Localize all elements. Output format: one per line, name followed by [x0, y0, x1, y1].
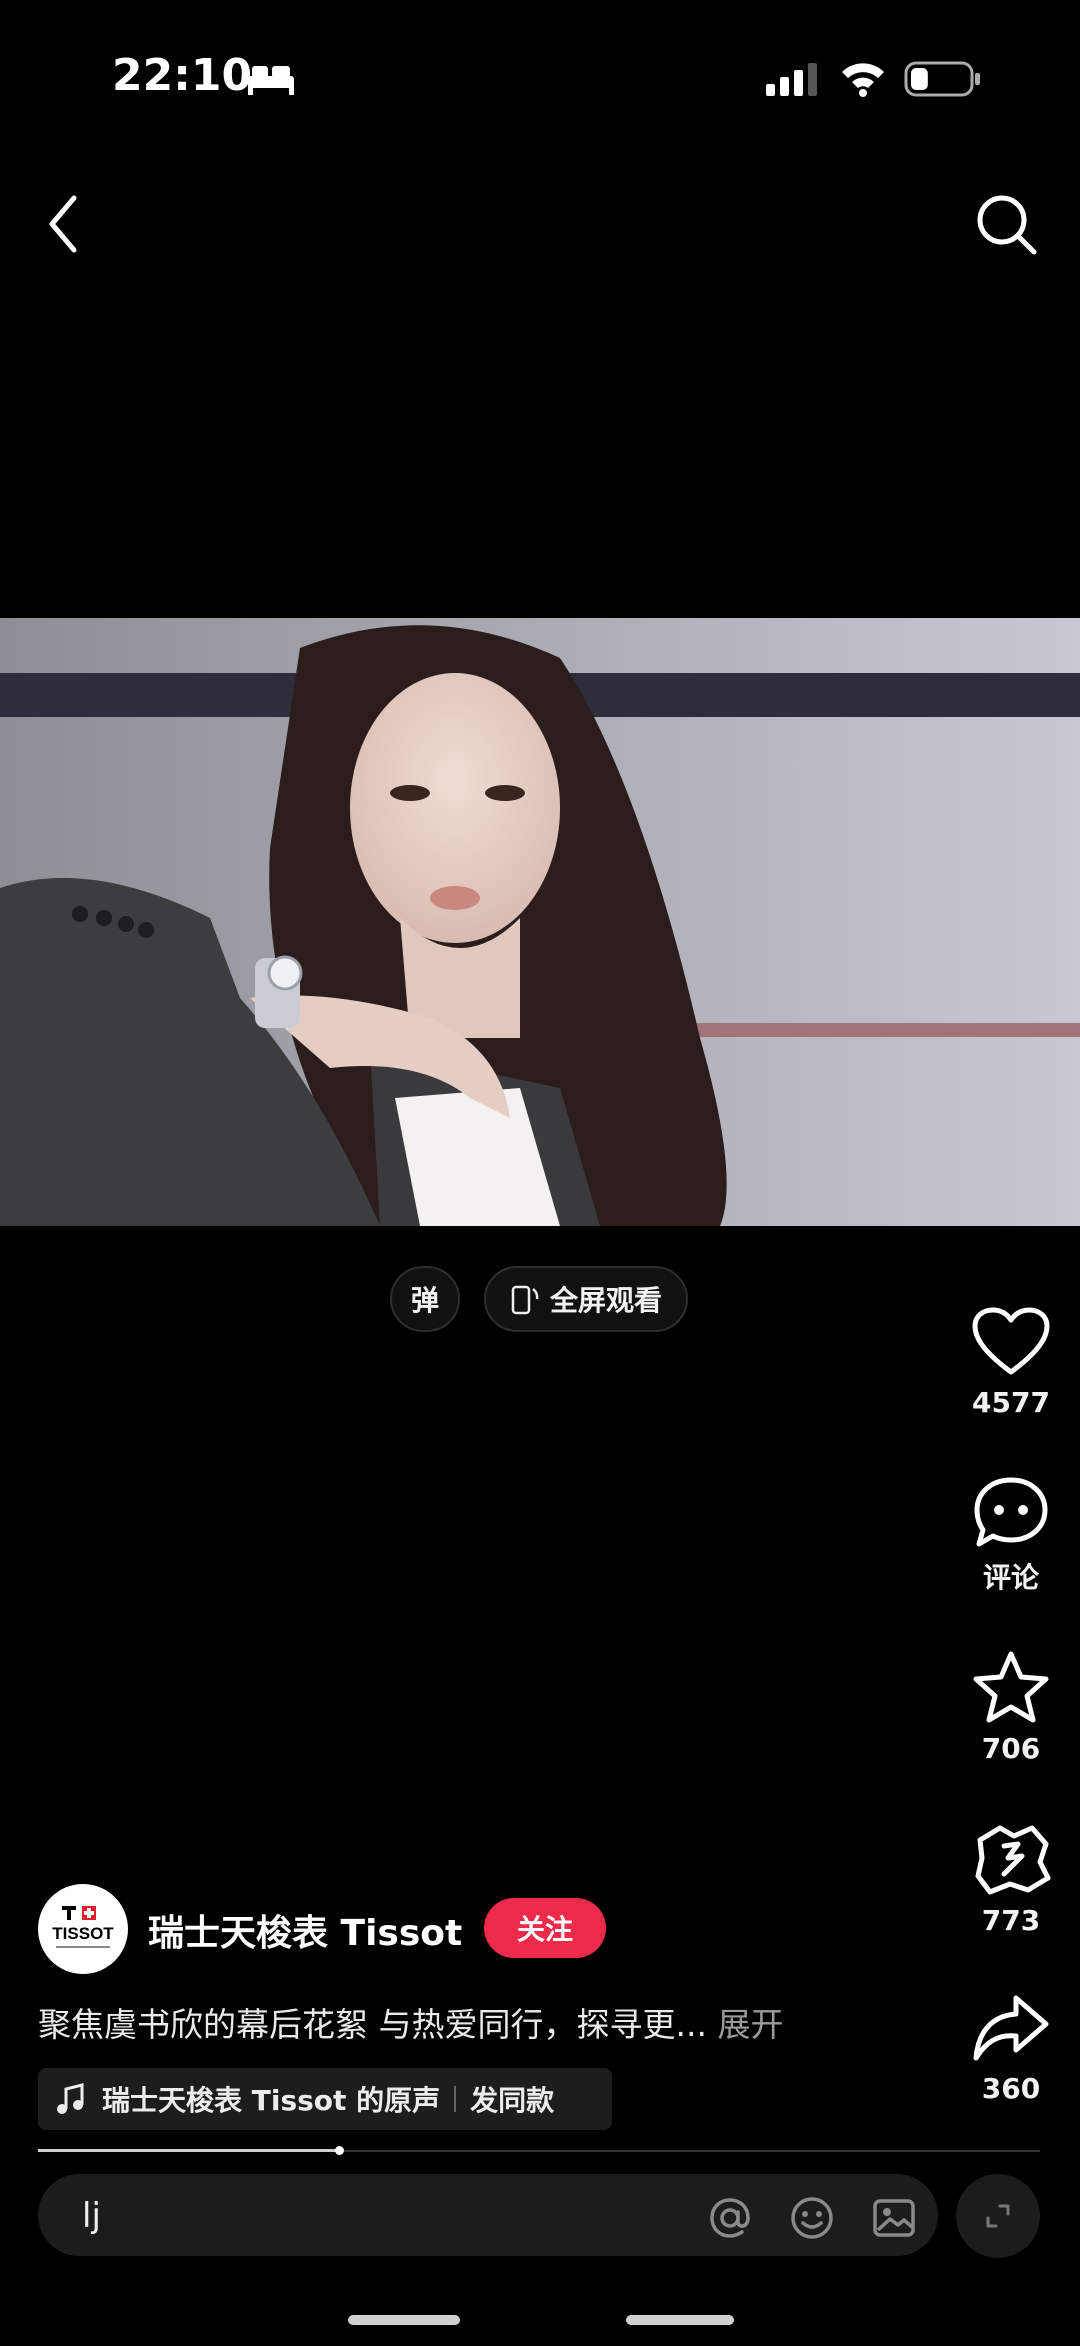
author-name[interactable]: 瑞士天梭表 Tissot — [148, 1904, 462, 1956]
share-count: 360 — [981, 2072, 1041, 2105]
expand-link[interactable]: 展开 — [717, 2005, 783, 2044]
favorite-button[interactable]: 706 — [956, 1650, 1066, 1765]
home-indicator-right — [626, 2315, 734, 2325]
image-picker-icon[interactable] — [870, 2194, 918, 2242]
sound-divider — [454, 2086, 457, 2112]
original-sound-bar[interactable]: 瑞士天梭表 Tissot 的原声 发同款 — [38, 2068, 612, 2130]
comment-label: 评论 — [982, 1561, 1039, 1594]
mention-at-icon[interactable] — [706, 2194, 754, 2242]
video-caption[interactable]: 聚焦虞书欣的幕后花絮 与热爱同行，探寻更... 展开 — [38, 1998, 783, 2046]
comment-button[interactable]: 评论 — [956, 1476, 1066, 1596]
recommend-button[interactable]: 773 — [956, 1822, 1066, 1937]
heart-icon — [972, 1307, 1050, 1375]
cellular-signal-icon — [766, 63, 817, 96]
like-button[interactable]: 4577 — [956, 1306, 1066, 1419]
sleep-bed-icon — [248, 66, 294, 95]
recommend-badge-icon — [975, 1825, 1051, 1895]
expand-input-button[interactable] — [956, 2174, 1040, 2258]
star-icon — [973, 1651, 1049, 1723]
rotate-phone-icon — [511, 1285, 539, 1315]
video-frame-image — [0, 618, 1080, 1226]
wifi-icon — [842, 63, 884, 97]
avatar-brand-text: TISSOT — [52, 1924, 114, 1943]
music-note-icon — [57, 2083, 84, 2114]
search-icon[interactable] — [972, 190, 1042, 260]
comment-bubble-icon — [974, 1477, 1048, 1547]
emoji-smile-icon[interactable] — [788, 2194, 836, 2242]
danmaku-label: 弹 — [410, 1284, 439, 1317]
sound-title: 瑞士天梭表 Tissot 的原声 — [102, 2084, 441, 2117]
fullscreen-label: 全屏观看 — [549, 1284, 662, 1317]
use-sound-button[interactable]: 发同款 — [470, 2079, 554, 2119]
recommend-count: 773 — [981, 1904, 1041, 1937]
expand-corners-icon — [986, 2204, 1010, 2228]
favorite-count: 706 — [981, 1732, 1041, 1765]
like-count: 4577 — [972, 1386, 1050, 1419]
caption-text: 聚焦虞书欣的幕后花絮 与热爱同行，探寻更... — [38, 2005, 707, 2044]
video-progress-handle[interactable] — [334, 2146, 344, 2155]
comment-input-bar[interactable] — [38, 2174, 938, 2256]
video-progress-fill — [38, 2149, 339, 2152]
home-indicator-left — [348, 2315, 460, 2325]
video-player[interactable] — [0, 618, 1080, 1226]
share-arrow-icon — [973, 1995, 1049, 2061]
comment-input[interactable] — [80, 2192, 684, 2240]
back-button[interactable] — [40, 190, 88, 258]
tissot-logo: TISSOT — [52, 1906, 114, 1948]
battery-icon — [904, 61, 980, 97]
fullscreen-button[interactable]: 全屏观看 — [484, 1266, 688, 1332]
status-time: 22:10 — [112, 50, 253, 101]
follow-button[interactable]: 关注 — [484, 1898, 606, 1958]
author-avatar[interactable]: TISSOT — [38, 1884, 128, 1974]
danmaku-toggle-button[interactable]: 弹 — [390, 1266, 460, 1332]
share-button[interactable]: 360 — [956, 1994, 1066, 2105]
